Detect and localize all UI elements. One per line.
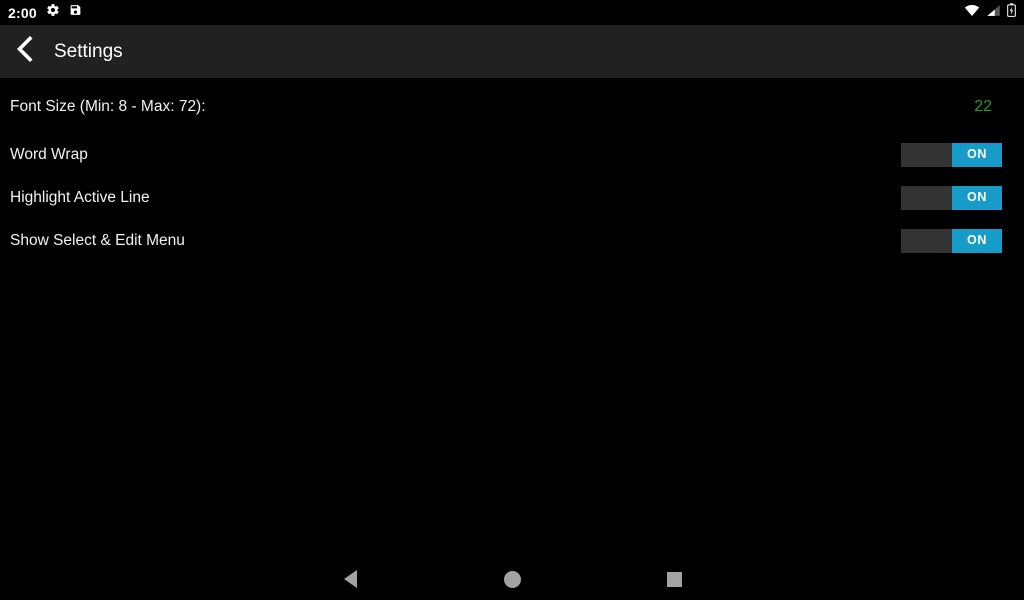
setting-row-highlight-active-line[interactable]: Highlight Active Line ON [0, 176, 1024, 219]
cellular-signal-icon [986, 4, 1001, 22]
font-size-label: Font Size (Min: 8 - Max: 72): [10, 97, 206, 115]
toggle-state-label: ON [967, 190, 987, 205]
back-button[interactable] [0, 25, 50, 78]
word-wrap-toggle[interactable]: ON [901, 142, 1002, 167]
setting-row-word-wrap[interactable]: Word Wrap ON [0, 133, 1024, 176]
nav-back-button[interactable] [320, 558, 380, 600]
back-triangle-icon [343, 570, 357, 588]
android-screen: 2:00 Settings Font Size (Min: 8 - Max: 7… [0, 0, 1024, 600]
save-icon [69, 3, 82, 22]
toggle-track-off [901, 142, 952, 167]
toggle-track-off [901, 228, 952, 253]
nav-recents-button[interactable] [644, 558, 704, 600]
status-bar: 2:00 [0, 0, 1024, 25]
wifi-icon [964, 4, 980, 22]
battery-icon [1007, 3, 1016, 22]
toggle-track-off [901, 185, 952, 210]
status-clock: 2:00 [8, 4, 37, 21]
toggle-state-label: ON [967, 233, 987, 248]
recents-square-icon [666, 571, 682, 587]
setting-row-show-select-edit-menu[interactable]: Show Select & Edit Menu ON [0, 219, 1024, 262]
settings-list: Font Size (Min: 8 - Max: 72): 22 Word Wr… [0, 78, 1024, 558]
highlight-active-line-label: Highlight Active Line [10, 188, 150, 206]
setting-row-font-size[interactable]: Font Size (Min: 8 - Max: 72): 22 [0, 85, 1024, 128]
page-title: Settings [54, 41, 123, 62]
highlight-active-line-toggle[interactable]: ON [901, 185, 1002, 210]
navigation-bar [0, 558, 1024, 600]
gear-icon [46, 3, 60, 22]
status-bar-left: 2:00 [8, 3, 82, 22]
show-select-edit-menu-toggle[interactable]: ON [901, 228, 1002, 253]
toggle-thumb-on: ON [952, 142, 1002, 167]
toggle-state-label: ON [967, 147, 987, 162]
app-bar: Settings [0, 25, 1024, 78]
toggle-thumb-on: ON [952, 185, 1002, 210]
font-size-value[interactable]: 22 [974, 98, 992, 115]
show-select-edit-menu-label: Show Select & Edit Menu [10, 231, 185, 249]
back-chevron-icon [13, 35, 37, 67]
home-circle-icon [503, 570, 521, 588]
nav-home-button[interactable] [482, 558, 542, 600]
toggle-thumb-on: ON [952, 228, 1002, 253]
status-bar-right [964, 3, 1016, 22]
word-wrap-label: Word Wrap [10, 145, 88, 163]
